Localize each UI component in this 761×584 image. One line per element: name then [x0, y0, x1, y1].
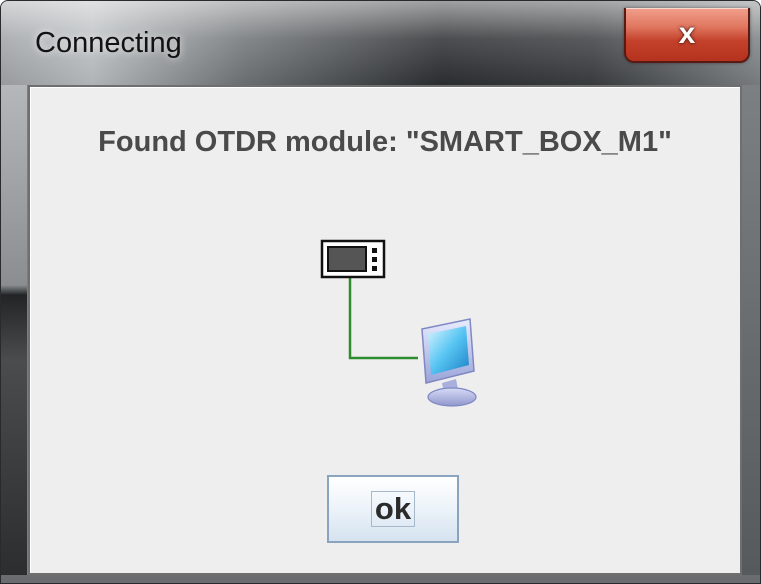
dialog-window: Connecting x Found OTDR module: "SMART_B… — [0, 0, 761, 584]
window-title: Connecting — [35, 27, 182, 59]
window-frame-left — [1, 85, 27, 583]
computer-monitor-icon — [421, 318, 477, 407]
window-frame-right — [740, 85, 760, 583]
otdr-device-icon — [320, 239, 386, 279]
connection-diagram — [320, 239, 477, 407]
close-icon: x — [678, 17, 696, 50]
window-frame-bottom — [1, 575, 760, 583]
connection-line — [348, 275, 418, 360]
close-button[interactable]: x — [624, 8, 750, 63]
title-bar[interactable]: Connecting x — [1, 1, 760, 85]
ok-button-label: ok — [370, 491, 416, 527]
found-module-message: Found OTDR module: "SMART_BOX_M1" — [98, 126, 672, 158]
ok-button[interactable]: ok — [327, 475, 459, 543]
dialog-content: Found OTDR module: "SMART_BOX_M1" ok — [28, 85, 742, 575]
